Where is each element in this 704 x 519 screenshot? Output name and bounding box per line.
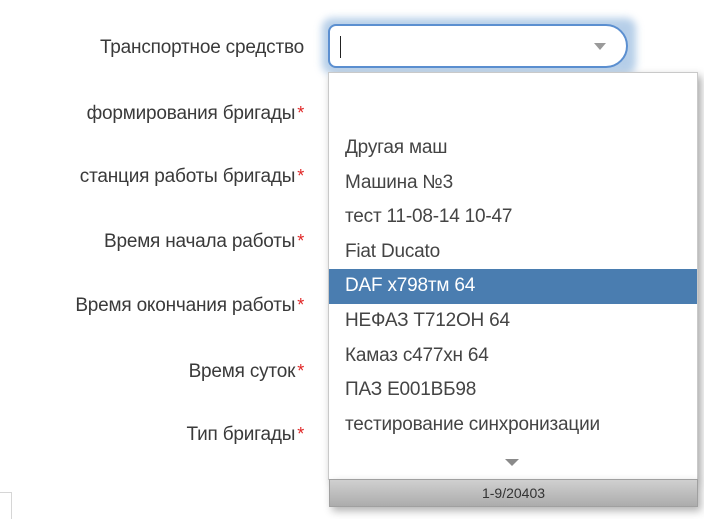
field-label-end-time: Время окончания работы * [75, 293, 304, 318]
required-mark: * [297, 361, 304, 381]
vehicle-option[interactable]: НЕФАЗ Т712ОН 64 [329, 304, 697, 339]
vehicle-option[interactable]: тестирование синхронизации [329, 408, 697, 443]
vehicle-option[interactable]: Камаз с477хн 64 [329, 339, 697, 374]
field-label-start-time: Время начала работы * [104, 229, 304, 254]
vehicle-option[interactable]: тест 11-08-14 10-47 [329, 200, 697, 235]
field-label-brigade-type: Тип бригады * [186, 422, 305, 447]
field-label-text: Транспортное средство [99, 37, 304, 58]
chevron-down-icon[interactable] [594, 43, 606, 50]
pager-text: 1-9/20403 [481, 485, 546, 501]
vehicle-dropdown[interactable]: Другая маш Машина №3 тест 11-08-14 10-47… [328, 72, 698, 480]
field-label-text: формирования бригады [86, 103, 296, 124]
field-label-brigade-station: станция работы бригады * [80, 164, 304, 189]
required-mark: * [297, 424, 304, 444]
field-label-vehicle: Транспортное средство [100, 36, 304, 60]
required-mark: * [297, 295, 304, 315]
vehicle-option[interactable]: ПАЗ Е001ВБ98 [329, 373, 697, 408]
required-mark: * [297, 166, 304, 186]
field-label-text: Время начала работы [103, 231, 296, 252]
vehicle-option-highlighted[interactable]: DAF х798тм 64 [329, 269, 697, 304]
vehicle-option[interactable]: Fiat Ducato [329, 235, 697, 270]
field-label-text: Время окончания работы [75, 295, 296, 316]
vehicle-option[interactable]: Машина №3 [329, 166, 697, 201]
divider [11, 492, 12, 519]
field-label-time-of-day: Время суток * [188, 359, 305, 384]
required-mark: * [297, 231, 304, 251]
field-label-brigade-formation: формирования бригады * [86, 101, 305, 126]
field-label-text: Время суток [188, 361, 296, 382]
vehicle-select[interactable] [328, 24, 628, 68]
chevron-down-icon[interactable] [505, 459, 519, 466]
text-cursor [340, 36, 341, 58]
field-label-text: станция работы бригады [79, 166, 296, 187]
required-mark: * [297, 103, 304, 123]
field-label-text: Тип бригады [186, 424, 296, 445]
dropdown-pager: 1-9/20403 [329, 479, 698, 507]
vehicle-options-list: Другая маш Машина №3 тест 11-08-14 10-47… [329, 131, 697, 442]
vehicle-option[interactable]: Другая маш [329, 131, 697, 166]
vehicle-search-input[interactable] [338, 34, 578, 60]
